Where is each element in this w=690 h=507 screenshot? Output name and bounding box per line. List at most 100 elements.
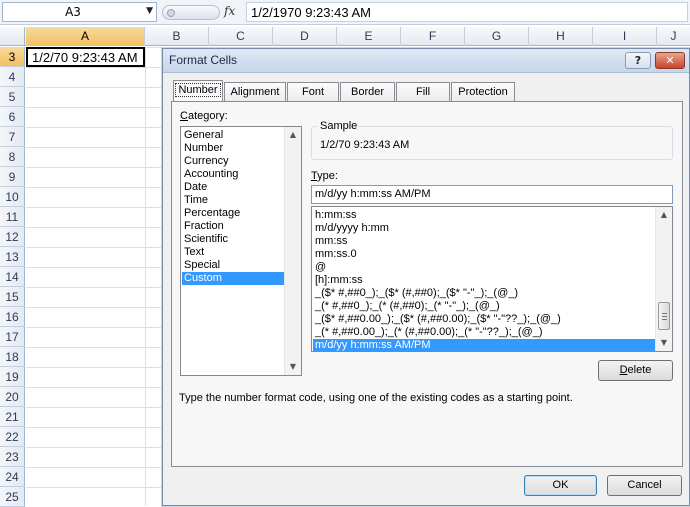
formula-value: 1/2/1970 9:23:43 AM bbox=[251, 5, 371, 20]
tab-alignment[interactable]: Alignment bbox=[224, 82, 286, 101]
row-header-6[interactable]: 6 bbox=[0, 107, 25, 127]
scroll-down-icon[interactable]: ▼ bbox=[656, 335, 672, 351]
category-item-percentage[interactable]: Percentage bbox=[182, 207, 285, 220]
row-header-21[interactable]: 21 bbox=[0, 407, 25, 427]
row-header-19[interactable]: 19 bbox=[0, 367, 25, 387]
column-header-g[interactable]: G bbox=[465, 27, 529, 46]
row-header-25[interactable]: 25 bbox=[0, 487, 25, 507]
type-list-item[interactable]: h:mm:ss bbox=[313, 209, 655, 222]
name-box-value: A3 bbox=[65, 5, 81, 19]
row-header-18[interactable]: 18 bbox=[0, 347, 25, 367]
ok-button[interactable]: OK bbox=[524, 475, 597, 496]
formula-input[interactable]: 1/2/1970 9:23:43 AM bbox=[246, 2, 688, 22]
category-item-custom[interactable]: Custom bbox=[182, 272, 285, 285]
column-header-h[interactable]: H bbox=[529, 27, 593, 46]
scroll-up-icon[interactable]: ▲ bbox=[656, 207, 672, 223]
scroll-down-icon[interactable]: ▼ bbox=[285, 359, 301, 375]
row-header-16[interactable]: 16 bbox=[0, 307, 25, 327]
category-item-accounting[interactable]: Accounting bbox=[182, 168, 285, 181]
row-header-9[interactable]: 9 bbox=[0, 167, 25, 187]
row-header-24[interactable]: 24 bbox=[0, 467, 25, 487]
row-header-11[interactable]: 11 bbox=[0, 207, 25, 227]
insert-function-icon[interactable]: fx bbox=[224, 4, 235, 18]
type-list-item[interactable]: _(* #,##0_);_(* (#,##0);_(* "-"_);_(@_) bbox=[313, 300, 655, 313]
help-button[interactable]: ? bbox=[625, 52, 651, 69]
row-header-8[interactable]: 8 bbox=[0, 147, 25, 167]
column-header-a[interactable]: A bbox=[26, 27, 145, 46]
row-header-5[interactable]: 5 bbox=[0, 87, 25, 107]
formula-bar-splitter[interactable] bbox=[162, 5, 220, 20]
format-description: Type the number format code, using one o… bbox=[179, 392, 573, 404]
column-header-e[interactable]: E bbox=[337, 27, 401, 46]
row-header-10[interactable]: 10 bbox=[0, 187, 25, 207]
dialog-titlebar[interactable]: Format Cells ? ✕ bbox=[163, 49, 689, 73]
format-cells-dialog: Format Cells ? ✕ Number Alignment Font B… bbox=[162, 48, 690, 506]
type-list-item[interactable]: @ bbox=[313, 261, 655, 274]
category-item-number[interactable]: Number bbox=[182, 142, 285, 155]
column-header-j[interactable]: J bbox=[657, 27, 690, 46]
formula-bar: A3 ▼ fx 1/2/1970 9:23:43 AM bbox=[0, 0, 690, 25]
type-input[interactable]: m/d/yy h:mm:ss AM/PM bbox=[311, 185, 673, 204]
type-list-item[interactable]: mm:ss bbox=[313, 235, 655, 248]
row-header-17[interactable]: 17 bbox=[0, 327, 25, 347]
scroll-thumb[interactable] bbox=[658, 302, 670, 330]
category-list[interactable]: General Number Currency Accounting Date … bbox=[180, 126, 302, 376]
category-item-text[interactable]: Text bbox=[182, 246, 285, 259]
row-header-14[interactable]: 14 bbox=[0, 267, 25, 287]
number-tab-panel: Category: General Number Currency Accoun… bbox=[171, 101, 683, 467]
type-list-item[interactable]: _(* #,##0.00_);_(* (#,##0.00);_(* "-"??_… bbox=[313, 326, 655, 339]
column-header-c[interactable]: C bbox=[209, 27, 273, 46]
row-header-3[interactable]: 3 bbox=[0, 47, 25, 67]
category-item-scientific[interactable]: Scientific bbox=[182, 233, 285, 246]
tab-number[interactable]: Number bbox=[173, 80, 223, 101]
row-header-15[interactable]: 15 bbox=[0, 287, 25, 307]
category-scrollbar[interactable]: ▲ ▼ bbox=[284, 127, 301, 375]
name-box[interactable]: A3 ▼ bbox=[2, 2, 157, 22]
column-header-f[interactable]: F bbox=[401, 27, 465, 46]
row-header-13[interactable]: 13 bbox=[0, 247, 25, 267]
tab-border[interactable]: Border bbox=[340, 82, 395, 101]
type-list-item[interactable]: _($* #,##0_);_($* (#,##0);_($* "-"_);_(@… bbox=[313, 287, 655, 300]
category-label: Category: bbox=[180, 110, 228, 122]
sample-value: 1/2/70 9:23:43 AM bbox=[320, 139, 410, 151]
category-item-special[interactable]: Special bbox=[182, 259, 285, 272]
row-header-23[interactable]: 23 bbox=[0, 447, 25, 467]
type-list[interactable]: h:mm:ss m/d/yyyy h:mm mm:ss mm:ss.0 @ [h… bbox=[311, 206, 673, 352]
type-list-scrollbar[interactable]: ▲ ▼ bbox=[655, 207, 672, 351]
category-item-currency[interactable]: Currency bbox=[182, 155, 285, 168]
type-label: Type: bbox=[311, 170, 338, 182]
category-item-fraction[interactable]: Fraction bbox=[182, 220, 285, 233]
column-header-d[interactable]: D bbox=[273, 27, 337, 46]
delete-button[interactable]: Delete bbox=[598, 360, 673, 381]
row-header-7[interactable]: 7 bbox=[0, 127, 25, 147]
cancel-button[interactable]: Cancel bbox=[607, 475, 682, 496]
column-header-i[interactable]: I bbox=[593, 27, 657, 46]
row-header-20[interactable]: 20 bbox=[0, 387, 25, 407]
type-input-value: m/d/yy h:mm:ss AM/PM bbox=[315, 188, 431, 200]
category-item-time[interactable]: Time bbox=[182, 194, 285, 207]
sample-label: Sample bbox=[318, 120, 360, 132]
category-item-date[interactable]: Date bbox=[182, 181, 285, 194]
column-headers: A B C D E F G H I J bbox=[0, 27, 690, 46]
column-header-b[interactable]: B bbox=[145, 27, 209, 46]
type-list-item[interactable]: [h]:mm:ss bbox=[313, 274, 655, 287]
row-header-4[interactable]: 4 bbox=[0, 67, 25, 87]
grid-line bbox=[145, 47, 146, 506]
tab-fill[interactable]: Fill bbox=[396, 82, 450, 101]
select-all-corner[interactable] bbox=[0, 27, 25, 46]
chevron-down-icon[interactable]: ▼ bbox=[146, 6, 153, 16]
type-list-item[interactable]: m/d/yyyy h:mm bbox=[313, 222, 655, 235]
type-list-item[interactable]: mm:ss.0 bbox=[313, 248, 655, 261]
type-list-item[interactable]: _($* #,##0.00_);_($* (#,##0.00);_($* "-"… bbox=[313, 313, 655, 326]
active-cell-a3[interactable]: 1/2/70 9:23:43 AM bbox=[26, 47, 145, 67]
tab-protection[interactable]: Protection bbox=[451, 82, 515, 101]
type-list-item-selected[interactable]: m/d/yy h:mm:ss AM/PM bbox=[313, 339, 655, 351]
row-header-12[interactable]: 12 bbox=[0, 227, 25, 247]
close-button[interactable]: ✕ bbox=[655, 52, 685, 69]
scroll-up-icon[interactable]: ▲ bbox=[285, 127, 301, 143]
category-item-general[interactable]: General bbox=[182, 129, 285, 142]
row-header-22[interactable]: 22 bbox=[0, 427, 25, 447]
tab-font[interactable]: Font bbox=[287, 82, 339, 101]
formula-controls: fx bbox=[162, 3, 242, 22]
dialog-title: Format Cells bbox=[169, 53, 238, 67]
